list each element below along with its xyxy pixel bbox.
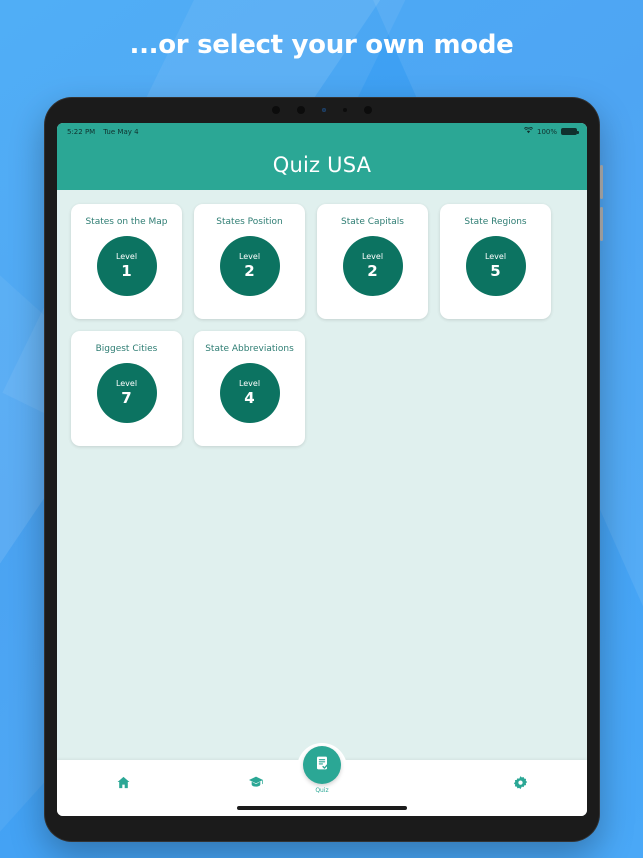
battery-full-icon (561, 128, 579, 135)
device-screen: 5:22 PM Tue May 4 100% Quiz USA States o… (57, 123, 587, 816)
level-number: 2 (367, 262, 378, 280)
level-badge: Level 4 (219, 363, 280, 423)
sensor-dot-icon (343, 108, 347, 112)
status-bar-left: 5:22 PM Tue May 4 (67, 128, 139, 136)
quiz-card-title: State Abbreviations (205, 344, 294, 354)
sensor-dot-icon (364, 106, 372, 114)
level-number: 4 (244, 389, 255, 407)
app-title: Quiz USA (272, 153, 372, 177)
status-bar: 5:22 PM Tue May 4 100% (57, 123, 587, 140)
level-badge: Level 2 (342, 236, 403, 296)
nav-item-settings[interactable] (455, 775, 588, 802)
level-word-label: Level (361, 252, 384, 261)
quiz-card-title: States Position (216, 217, 283, 227)
quiz-mode-content: States on the Map Level 1 States Positio… (57, 190, 587, 760)
app-bar: Quiz USA (57, 140, 587, 190)
graduation-cap-icon (248, 774, 264, 794)
quiz-card-title: State Regions (464, 217, 527, 227)
settings-gear-icon (513, 775, 528, 794)
fab-circle (303, 746, 341, 784)
quiz-card-states-on-the-map[interactable]: States on the Map Level 1 (71, 204, 182, 319)
quiz-document-icon (314, 755, 330, 775)
battery-percent-label: 100% (536, 127, 557, 136)
home-icon (116, 775, 131, 794)
level-word-label: Level (238, 379, 261, 388)
quiz-card-title: Biggest Cities (95, 344, 158, 354)
home-indicator[interactable] (237, 806, 407, 810)
nav-item-home[interactable] (57, 775, 190, 802)
quiz-fab-button[interactable]: Quiz (289, 743, 355, 794)
promo-headline: ...or select your own mode (129, 30, 514, 60)
device-sensor-array (44, 106, 600, 114)
level-word-label: Level (238, 252, 261, 261)
level-number: 1 (121, 262, 132, 280)
bottom-navigation-bar: Quiz (57, 743, 588, 816)
front-camera-icon (322, 108, 326, 112)
level-word-label: Level (115, 252, 138, 261)
quiz-fab-label: Quiz (315, 787, 329, 794)
level-badge: Level 2 (219, 236, 280, 296)
sensor-dot-icon (272, 106, 280, 114)
quiz-card-states-position[interactable]: States Position Level 2 (194, 204, 305, 319)
level-number: 7 (121, 389, 132, 407)
screenshot-stage: ...or select your own mode 5:22 PM Tue M… (0, 0, 643, 858)
tablet-device-frame: 5:22 PM Tue May 4 100% Quiz USA States o… (44, 97, 603, 842)
quiz-card-state-regions[interactable]: State Regions Level 5 (440, 204, 551, 319)
level-badge: Level 7 (96, 363, 157, 423)
status-bar-time: 5:22 PM (67, 127, 96, 136)
sensor-dot-icon (297, 106, 305, 114)
level-word-label: Level (484, 252, 507, 261)
wifi-icon (523, 126, 533, 136)
quiz-card-state-abbreviations[interactable]: State Abbreviations Level 4 (194, 331, 305, 446)
status-bar-date: Tue May 4 (103, 127, 139, 136)
level-word-label: Level (115, 379, 138, 388)
quiz-card-state-capitals[interactable]: State Capitals Level 2 (317, 204, 428, 319)
quiz-card-biggest-cities[interactable]: Biggest Cities Level 7 (71, 331, 182, 446)
level-number: 2 (244, 262, 255, 280)
volume-up-button[interactable] (600, 165, 603, 199)
level-badge: Level 1 (96, 236, 157, 296)
quiz-card-title: State Capitals (341, 217, 404, 227)
volume-down-button[interactable] (600, 207, 603, 241)
level-number: 5 (490, 262, 501, 280)
status-bar-right: 100% (523, 126, 579, 136)
quiz-card-grid: States on the Map Level 1 States Positio… (71, 204, 573, 446)
level-badge: Level 5 (465, 236, 526, 296)
quiz-card-title: States on the Map (85, 217, 168, 227)
